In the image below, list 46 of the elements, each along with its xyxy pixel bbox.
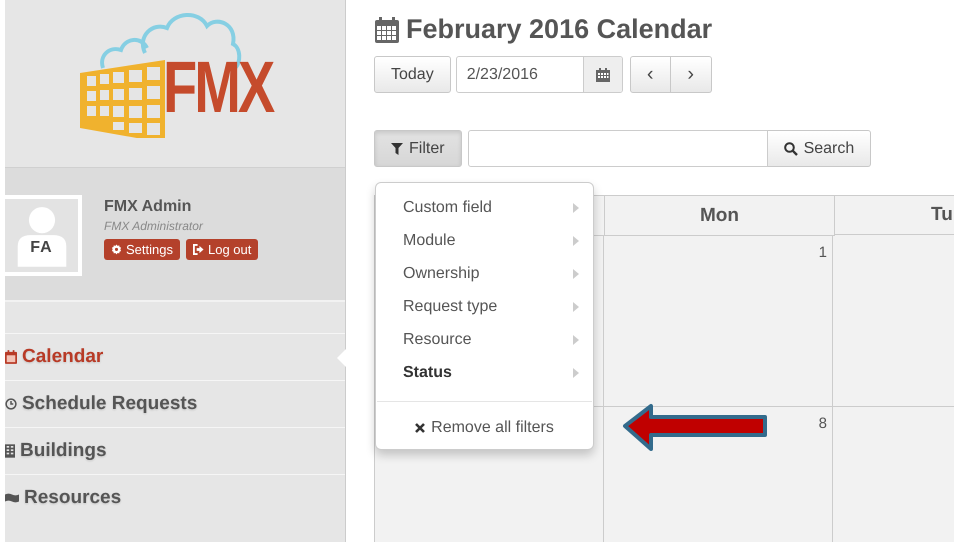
settings-button[interactable]: Settings xyxy=(104,239,180,260)
date-field[interactable]: 2/23/2016 xyxy=(456,56,623,93)
nav-item[interactable]: Calendar xyxy=(5,333,345,380)
logout-button[interactable]: Log out xyxy=(186,239,258,260)
title-text: February 2016 Calendar xyxy=(406,14,712,45)
filter-button[interactable]: Filter xyxy=(374,130,462,167)
calendar-icon xyxy=(5,349,17,365)
funnel-icon xyxy=(391,142,403,154)
nav-item[interactable]: Schedule Requests xyxy=(5,380,345,427)
sign-out-icon xyxy=(192,244,204,255)
menu-item[interactable]: Resource xyxy=(376,323,593,356)
submenu-caret-icon xyxy=(573,368,579,378)
search-button[interactable]: Search xyxy=(768,130,872,167)
search-icon xyxy=(784,142,798,156)
menu-item[interactable]: Status xyxy=(376,356,593,389)
day-header: Tu xyxy=(931,204,953,226)
submenu-caret-icon xyxy=(573,334,579,344)
menu-item[interactable]: Request type xyxy=(376,290,593,323)
user-name: FMX Admin xyxy=(104,198,192,216)
menu-item[interactable]: Custom field xyxy=(376,191,593,224)
today-button[interactable]: Today xyxy=(374,56,451,93)
submenu-caret-icon xyxy=(573,268,579,278)
close-icon xyxy=(415,423,426,433)
logo-text: FMX xyxy=(163,44,272,129)
submenu-caret-icon xyxy=(573,236,579,246)
calendar-icon xyxy=(374,16,400,44)
menu-item[interactable]: Ownership xyxy=(376,257,593,290)
calendar-icon xyxy=(596,68,610,82)
previous-button[interactable]: ‹ xyxy=(630,56,671,93)
user-role: FMX Administrator xyxy=(104,219,203,233)
nav-item[interactable]: Resources xyxy=(5,474,345,521)
day-header: Mon xyxy=(700,204,740,226)
day-number: 1 xyxy=(818,244,827,261)
selection-pointer-icon xyxy=(337,349,346,367)
avatar-initials: FA xyxy=(29,239,54,257)
search-field[interactable] xyxy=(468,130,768,167)
clock-icon xyxy=(5,396,17,412)
day-number: 8 xyxy=(818,415,827,432)
submenu-caret-icon xyxy=(573,302,579,312)
remove-filters-item[interactable]: Remove all filters xyxy=(376,415,593,441)
flag-icon xyxy=(5,492,19,504)
nav-item[interactable]: Buildings xyxy=(5,427,345,474)
submenu-caret-icon xyxy=(573,202,579,212)
next-button[interactable]: › xyxy=(670,56,712,93)
gear-icon xyxy=(111,244,122,255)
menu-item[interactable]: Module xyxy=(376,224,593,257)
